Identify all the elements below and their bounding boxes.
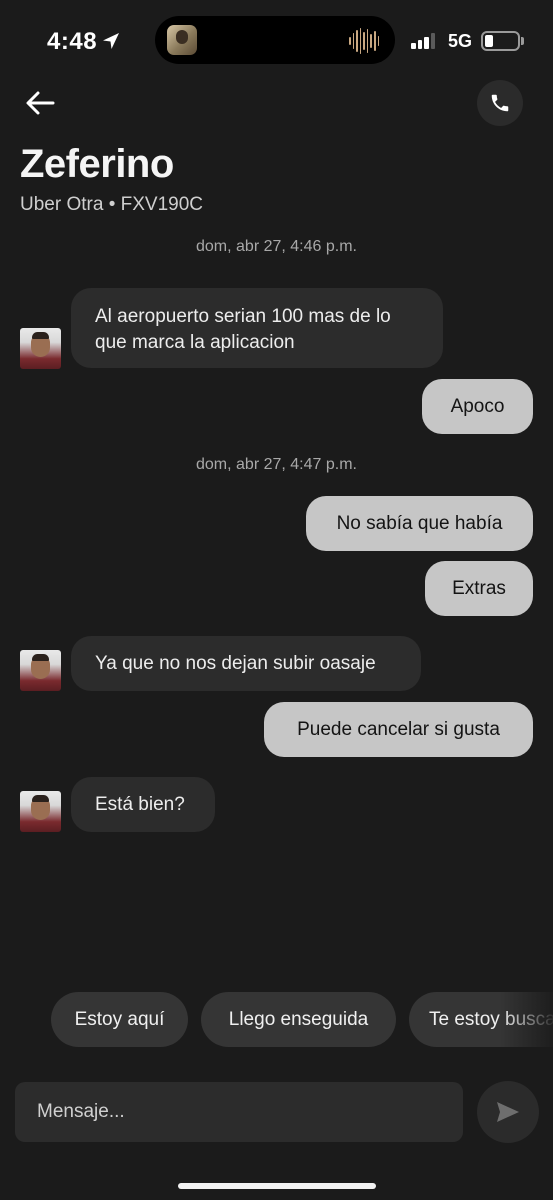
phone-icon: [491, 94, 509, 112]
message-outgoing: Apoco: [422, 379, 533, 434]
battery-tip: [521, 37, 524, 45]
message-incoming: Al aeropuerto serian 100 mas de lo que m…: [71, 288, 443, 368]
message-incoming: Ya que no nos dejan subir oasaje: [71, 636, 421, 691]
location-arrow-icon: [103, 33, 119, 49]
status-time: 4:48: [47, 28, 98, 55]
dynamic-island[interactable]: [155, 16, 395, 64]
message-incoming: Está bien?: [71, 777, 215, 832]
message-outgoing: Extras: [425, 561, 533, 616]
driver-avatar: [20, 791, 61, 832]
quick-reply-chip[interactable]: Te estoy buscando: [409, 992, 553, 1047]
driver-avatar: [20, 328, 61, 369]
quick-reply-chip[interactable]: Llego enseguida: [201, 992, 396, 1047]
network-label: 5G: [448, 31, 473, 51]
signal-icon: [411, 33, 437, 49]
send-icon: [497, 1102, 519, 1122]
waveform-icon: [349, 28, 380, 54]
send-button[interactable]: [477, 1081, 539, 1143]
chat-timestamp: dom, abr 27, 4:47 p.m.: [196, 456, 357, 473]
message-outgoing: No sabía que había: [306, 496, 533, 551]
now-playing-thumbnail: [167, 25, 197, 55]
status-bar: 4:48 5G: [0, 0, 553, 80]
vehicle-info: Uber Otra • FXV190C: [20, 194, 203, 215]
message-input[interactable]: [15, 1082, 463, 1142]
arrow-left-icon: [26, 91, 55, 115]
battery-icon: [481, 31, 520, 51]
call-button[interactable]: [477, 80, 523, 126]
home-indicator[interactable]: [178, 1183, 376, 1189]
back-button[interactable]: [20, 84, 60, 122]
contact-name: Zeferino: [20, 142, 174, 186]
quick-reply-chip[interactable]: Estoy aquí: [51, 992, 188, 1047]
message-outgoing: Puede cancelar si gusta: [264, 702, 533, 757]
driver-avatar: [20, 650, 61, 691]
chat-timestamp: dom, abr 27, 4:46 p.m.: [196, 238, 357, 255]
